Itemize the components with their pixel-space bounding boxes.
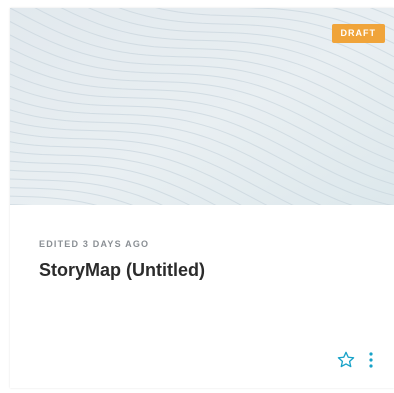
card-title[interactable]: StoryMap (Untitled) — [39, 260, 205, 281]
favorite-star-icon[interactable] — [336, 350, 356, 370]
storymap-card[interactable]: DRAFT EDITED 3 DAYS AGO StoryMap (Untitl… — [10, 8, 394, 388]
page-left-margin — [0, 0, 10, 393]
draft-badge: DRAFT — [331, 24, 385, 43]
card-thumbnail[interactable]: DRAFT — [10, 8, 394, 205]
edited-timestamp: EDITED 3 DAYS AGO — [39, 239, 150, 249]
more-vertical-icon[interactable] — [368, 351, 374, 369]
card-body: EDITED 3 DAYS AGO StoryMap (Untitled) — [10, 205, 394, 388]
card-actions — [336, 350, 374, 370]
